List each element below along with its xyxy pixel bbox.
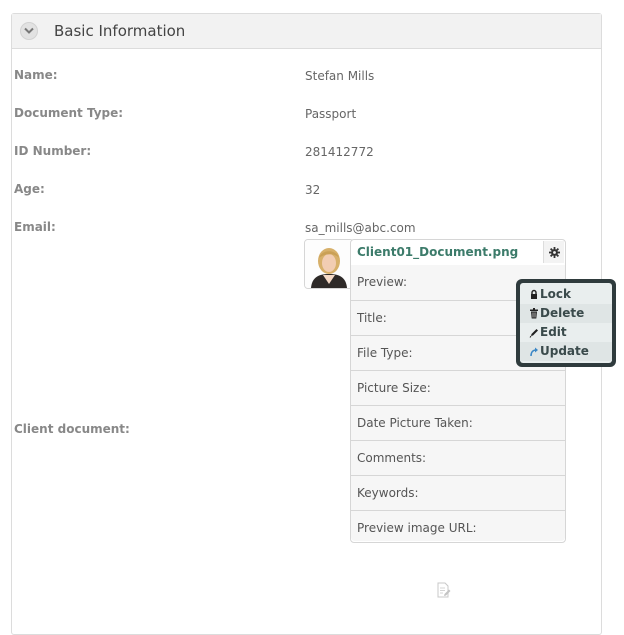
id-number-label: ID Number:: [14, 144, 92, 158]
document-filename-link[interactable]: Client01_Document.png: [357, 245, 518, 259]
client-document-label: Client document:: [14, 422, 130, 436]
email-value: sa_mills@abc.com: [305, 221, 416, 235]
property-picture-size: Picture Size:: [351, 370, 565, 405]
user-photo-icon: [305, 240, 353, 288]
property-comments: Comments:: [351, 440, 565, 475]
menu-item-lock[interactable]: Lock: [520, 285, 612, 304]
email-label: Email:: [14, 220, 56, 234]
lock-icon: [531, 289, 537, 299]
menu-item-update[interactable]: Update: [520, 342, 612, 361]
age-value: 32: [305, 183, 321, 197]
collapse-toggle[interactable]: [20, 22, 38, 40]
panel-header[interactable]: Basic Information: [12, 14, 601, 49]
update-arrow-icon: [530, 347, 538, 357]
chevron-down-icon: [24, 27, 34, 34]
document-type-value: Passport: [305, 107, 357, 121]
menu-item-delete[interactable]: Delete: [520, 304, 612, 323]
pencil-icon: [529, 329, 538, 338]
trash-icon: [530, 308, 538, 319]
id-number-value: 281412772: [305, 145, 374, 159]
property-keywords: Keywords:: [351, 475, 565, 510]
gear-icon: [548, 246, 560, 258]
name-value: Stefan Mills: [305, 69, 375, 83]
document-context-menu: Lock Delete Edit Update: [516, 279, 616, 367]
age-label: Age:: [14, 182, 45, 196]
panel-title: Basic Information: [54, 22, 186, 40]
document-type-label: Document Type:: [14, 106, 124, 120]
document-thumbnail[interactable]: [304, 239, 354, 289]
document-settings-button[interactable]: [543, 241, 564, 263]
property-preview-image-url: Preview image URL:: [351, 510, 565, 541]
document-title-row: Client01_Document.png: [351, 240, 565, 265]
menu-item-edit[interactable]: Edit: [520, 323, 612, 342]
property-date-taken: Date Picture Taken:: [351, 405, 565, 440]
document-edit-icon[interactable]: [437, 582, 451, 598]
name-label: Name:: [14, 68, 58, 82]
